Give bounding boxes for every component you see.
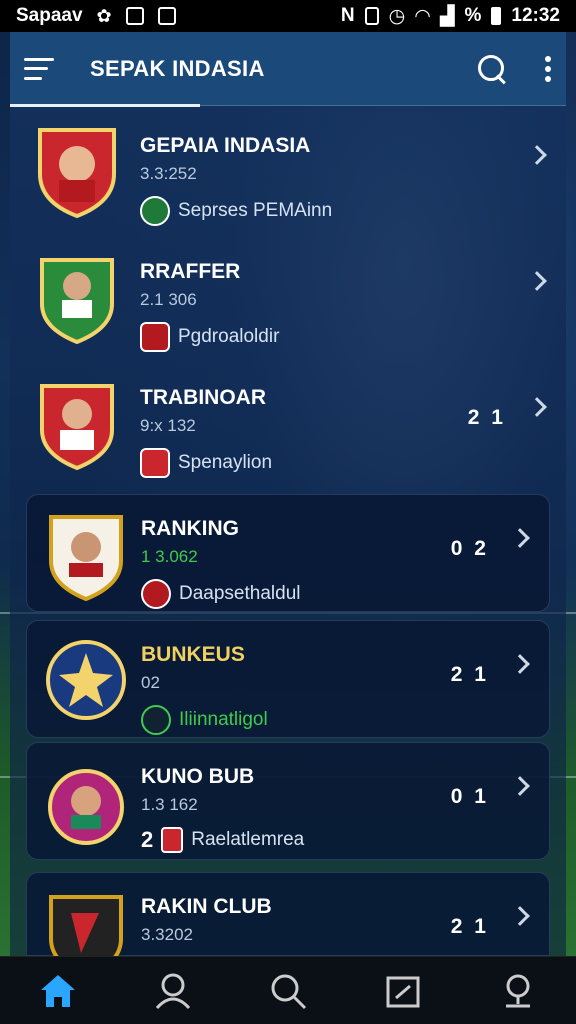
team-name: BUNKEUS	[141, 643, 245, 666]
team-crest	[32, 248, 122, 346]
list-item[interactable]: RANKING 1 3.062 Daapsethaldul 0 2	[26, 494, 550, 612]
team-sub: Seprses PEMAinn	[140, 196, 332, 226]
bottom-nav	[0, 956, 576, 1024]
list-item[interactable]: BUNKEUS 02 Iliinnatligol 2 1	[26, 620, 550, 738]
team-name: RANKING	[141, 517, 239, 540]
match-score: 2 1	[450, 663, 489, 686]
nav-calendar[interactable]	[373, 961, 433, 1021]
team-subtitle: Seprses PEMAinn	[178, 200, 333, 221]
team-meta: 3.3202	[141, 925, 193, 944]
wifi-icon: ◠	[415, 5, 430, 27]
league-badge-icon	[161, 827, 184, 853]
team-name: RRAFFER	[140, 260, 241, 283]
league-badge-icon	[140, 322, 170, 352]
search-icon	[271, 974, 307, 1009]
team-subtitle: Iliinnatligol	[179, 709, 268, 730]
battery-percent: %	[464, 5, 482, 26]
team-meta: 3.3:252	[140, 164, 197, 183]
image-icon	[157, 7, 176, 25]
carrier-label: Sapaav	[16, 5, 83, 26]
team-crest	[41, 753, 131, 851]
team-name: RAKIN CLUB	[141, 895, 272, 918]
team-name: GEPAIA INDASIA	[140, 134, 311, 157]
app-bar: SEPAK INDASIA	[10, 32, 566, 107]
team-crest	[32, 122, 122, 220]
chevron-right-icon	[510, 776, 530, 796]
chevron-right-icon	[510, 906, 530, 926]
team-meta: 9:x 132	[140, 416, 196, 435]
status-bar: Sapaav ✿ N ◷ ◠ ▟ % 12:32	[0, 0, 576, 32]
signal-icon: ▟	[439, 5, 455, 27]
team-meta: 2.1 306	[140, 290, 197, 309]
match-score: 2 1	[450, 915, 489, 938]
notification-icon: ✿	[96, 5, 112, 26]
profile-icon	[155, 973, 190, 1009]
chevron-right-icon	[510, 654, 530, 674]
team-crest	[32, 374, 122, 472]
search-icon[interactable]	[476, 53, 508, 85]
team-crest	[41, 505, 131, 603]
team-sub: Iliinnatligol	[141, 705, 268, 735]
calendar-icon	[386, 976, 420, 1007]
chevron-right-icon	[510, 528, 530, 548]
battery-icon	[491, 7, 502, 25]
home-icon	[40, 974, 75, 1007]
map-pin-icon	[506, 974, 531, 1007]
team-sub: 2 Raelatlemrea	[141, 827, 304, 853]
team-meta: 02	[141, 673, 160, 692]
nav-profile[interactable]	[143, 961, 203, 1021]
team-name: KUNO BUB	[141, 765, 255, 788]
team-sub: Spenaylion	[140, 448, 272, 478]
nav-home[interactable]	[28, 961, 88, 1021]
alarm-icon: ◷	[388, 5, 406, 27]
nfc-icon: N	[340, 5, 355, 26]
nav-location[interactable]	[488, 961, 548, 1021]
message-icon	[125, 7, 144, 25]
match-score: 0 1	[450, 785, 489, 808]
tab-indicator	[10, 104, 200, 107]
league-badge-icon	[141, 579, 171, 609]
team-sub: Daapsethaldul	[141, 579, 300, 609]
sub-prefix: 2	[141, 827, 154, 852]
vibrate-icon	[364, 7, 379, 25]
list-item[interactable]: TRABINOAR 9:x 132 Spenaylion 2 1	[10, 364, 566, 482]
list-item[interactable]: RAKIN CLUB 3.3202 2 1	[26, 872, 550, 980]
chevron-right-icon	[527, 145, 547, 165]
team-crest	[41, 631, 131, 729]
match-score: 2 1	[467, 406, 506, 429]
league-badge-icon	[140, 448, 170, 478]
list-item[interactable]: RRAFFER 2.1 306 Pgdroaloldir	[10, 238, 566, 356]
league-badge-icon	[140, 196, 170, 226]
team-meta: 1 3.062	[141, 547, 198, 566]
clock: 12:32	[511, 5, 560, 26]
menu-icon[interactable]	[24, 57, 54, 80]
team-subtitle: Pgdroaloldir	[178, 326, 280, 347]
match-score: 0 2	[450, 537, 489, 560]
team-name: TRABINOAR	[140, 386, 266, 409]
team-subtitle: Raelatlemrea	[191, 829, 305, 850]
chevron-right-icon	[527, 397, 547, 417]
nav-search[interactable]	[258, 961, 318, 1021]
league-badge-icon	[141, 705, 171, 735]
chevron-right-icon	[527, 271, 547, 291]
team-subtitle: Daapsethaldul	[179, 583, 301, 604]
page-title: SEPAK INDASIA	[90, 55, 265, 81]
list-item[interactable]: GEPAIA INDASIA 3.3:252 Seprses PEMAinn	[10, 112, 566, 230]
team-sub: Pgdroaloldir	[140, 322, 279, 352]
team-meta: 1.3 162	[141, 795, 198, 814]
team-subtitle: Spenaylion	[178, 452, 273, 473]
list-item[interactable]: KUNO BUB 1.3 162 2 Raelatlemrea 0 1	[26, 742, 550, 860]
more-options-icon[interactable]	[544, 55, 552, 82]
